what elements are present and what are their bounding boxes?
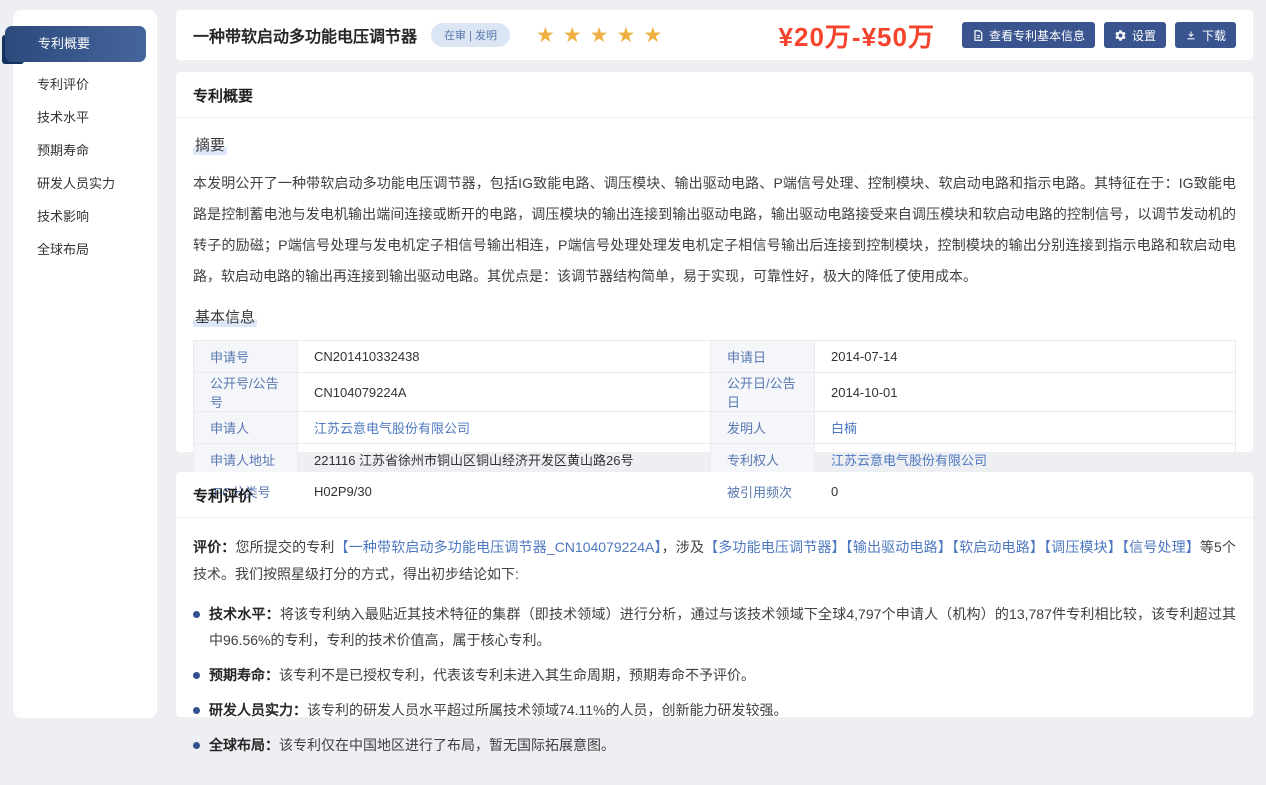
star-icon: ★: [536, 23, 555, 48]
basic-info-section-label: 基本信息: [193, 306, 257, 327]
sidebar-item-label: 技术水平: [37, 110, 89, 125]
table-row: 申请号CN201410332438申请日2014-07-14: [194, 341, 1236, 373]
bullet-label: 技术水平：: [209, 606, 280, 622]
evaluation-bullet: 全球布局：该专利仅在中国地区进行了布局，暂无国际拓展意图。: [193, 732, 1236, 758]
technology-link[interactable]: 【输出驱动电路】: [846, 539, 952, 555]
star-rating: ★ ★ ★ ★ ★: [536, 23, 670, 48]
sidebar-list: 专利概要专利评价技术水平预期寿命研发人员实力技术影响全球布局: [13, 26, 157, 266]
status-badge: 在审 | 发明: [431, 23, 510, 47]
download-button[interactable]: 下载: [1175, 22, 1236, 48]
sidebar-item-label: 专利评价: [37, 77, 89, 92]
field-label: 申请人: [194, 412, 298, 444]
star-icon: ★: [563, 23, 582, 48]
field-label: 发明人: [711, 412, 815, 444]
gear-icon: [1114, 29, 1127, 42]
sidebar-item-label: 专利概要: [5, 26, 146, 62]
evaluation-intro-text: 您所提交的专利: [235, 539, 334, 555]
sidebar-item[interactable]: 专利概要: [13, 26, 157, 62]
sidebar-item[interactable]: 预期寿命: [13, 135, 157, 167]
patent-title: 一种带软启动多功能电压调节器: [193, 23, 417, 47]
sidebar-item[interactable]: 技术影响: [13, 201, 157, 233]
sidebar-item-label: 预期寿命: [37, 143, 89, 158]
field-value-link[interactable]: 江苏云意电气股份有限公司: [831, 453, 987, 468]
bullet-text: 将该专利纳入最贴近其技术特征的集群（即技术领域）进行分析，通过与该技术领域下全球…: [209, 606, 1236, 648]
evaluation-bullet-list: 技术水平：将该专利纳入最贴近其技术特征的集群（即技术领域）进行分析，通过与该技术…: [193, 601, 1236, 758]
star-icon: ★: [643, 23, 662, 48]
evaluation-bullet: 研发人员实力：该专利的研发人员水平超过所属技术领域74.11%的人员，创新能力研…: [193, 697, 1236, 723]
evaluation-bullet: 技术水平：将该专利纳入最贴近其技术特征的集群（即技术领域）进行分析，通过与该技术…: [193, 601, 1236, 653]
field-value: CN104079224A: [298, 373, 711, 412]
bullet-text: 该专利仅在中国地区进行了布局，暂无国际拓展意图。: [279, 737, 615, 753]
bullet-dot-icon: [193, 611, 200, 618]
settings-label: 设置: [1132, 27, 1156, 44]
bullet-label: 研发人员实力：: [209, 702, 307, 718]
evaluation-bullet: 预期寿命：该专利不是已授权专利，代表该专利未进入其生命周期，预期寿命不予评价。: [193, 662, 1236, 688]
evaluation-intro-text: ，涉及: [662, 539, 704, 555]
sidebar-item[interactable]: 研发人员实力: [13, 168, 157, 200]
sidebar-item[interactable]: 全球布局: [13, 234, 157, 266]
field-label: 专利权人: [711, 444, 815, 476]
technology-link[interactable]: 【调压模块】: [1044, 539, 1122, 555]
field-label: 申请日: [711, 341, 815, 373]
field-label: 申请号: [194, 341, 298, 373]
patent-evaluation-card: 专利评价 评价：您所提交的专利【一种带软启动多功能电压调节器_CN1040792…: [176, 472, 1253, 717]
sidebar-item-label: 研发人员实力: [37, 176, 115, 191]
field-value: 2014-10-01: [815, 373, 1236, 412]
field-label: 申请人地址: [194, 444, 298, 476]
sidebar-item-label: 技术影响: [37, 209, 89, 224]
settings-button[interactable]: 设置: [1104, 22, 1166, 48]
field-value: 2014-07-14: [815, 341, 1236, 373]
sidebar: 专利概要专利评价技术水平预期寿命研发人员实力技术影响全球布局: [13, 10, 157, 718]
download-label: 下载: [1202, 27, 1226, 44]
field-label: 公开日/公告日: [711, 373, 815, 412]
evaluation-card-title: 专利评价: [193, 488, 253, 505]
bullet-label: 全球布局：: [209, 737, 279, 753]
overview-card-title: 专利概要: [193, 88, 253, 105]
patent-overview-card: 专利概要 摘要 本发明公开了一种带软启动多功能电压调节器，包括IG致能电路、调压…: [176, 72, 1253, 452]
star-icon: ★: [616, 23, 635, 48]
star-icon: ★: [590, 23, 609, 48]
field-value: 白楠: [815, 412, 1236, 444]
bullet-label: 预期寿命：: [209, 667, 279, 683]
table-row: 申请人地址221116 江苏省徐州市铜山区铜山经济开发区黄山路26号专利权人 江苏…: [194, 444, 1236, 476]
sidebar-item[interactable]: 专利评价: [13, 69, 157, 101]
download-icon: [1185, 29, 1197, 42]
field-value: 江苏云意电气股份有限公司: [298, 412, 711, 444]
overview-card-header: 专利概要: [176, 72, 1253, 118]
overview-card-body: 摘要 本发明公开了一种带软启动多功能电压调节器，包括IG致能电路、调压模块、输出…: [176, 118, 1253, 526]
main-content: 一种带软启动多功能电压调节器 在审 | 发明 ★ ★ ★ ★ ★ ¥20万-¥50万 查…: [176, 0, 1253, 717]
table-row: 申请人 江苏云意电气股份有限公司 发明人 白楠: [194, 412, 1236, 444]
view-basic-info-label: 查看专利基本信息: [989, 27, 1085, 44]
technology-link[interactable]: 【软启动电路】: [952, 539, 1044, 555]
abstract-text: 本发明公开了一种带软启动多功能电压调节器，包括IG致能电路、调压模块、输出驱动电…: [193, 168, 1236, 292]
evaluation-intro-text: 评价：: [193, 539, 235, 555]
bullet-dot-icon: [193, 742, 200, 749]
field-value-link[interactable]: 江苏云意电气股份有限公司: [314, 421, 470, 436]
bullet-dot-icon: [193, 672, 200, 679]
technology-link[interactable]: 【信号处理】: [1122, 539, 1200, 555]
field-label: 公开号/公告号: [194, 373, 298, 412]
table-row: 公开号/公告号CN104079224A公开日/公告日2014-10-01: [194, 373, 1236, 412]
field-value-link[interactable]: 白楠: [831, 421, 857, 436]
technology-link[interactable]: 【一种带软启动多功能电压调节器_CN104079224A】: [335, 539, 662, 555]
sidebar-item[interactable]: 技术水平: [13, 102, 157, 134]
patent-detail-page: { "colors": { "page_bg": "#edeff3", "acc…: [0, 0, 1266, 730]
field-value: 221116 江苏省徐州市铜山区铜山经济开发区黄山路26号: [298, 444, 711, 476]
document-icon: [972, 29, 984, 42]
bullet-text: 该专利不是已授权专利，代表该专利未进入其生命周期，预期寿命不予评价。: [279, 667, 755, 683]
patent-price: ¥20万-¥50万: [779, 17, 935, 54]
bullet-text: 该专利的研发人员水平超过所属技术领域74.11%的人员，创新能力研发较强。: [307, 702, 787, 718]
sidebar-item-label: 全球布局: [37, 242, 89, 257]
field-value: 江苏云意电气股份有限公司: [815, 444, 1236, 476]
evaluation-intro: 评价：您所提交的专利【一种带软启动多功能电压调节器_CN104079224A】，…: [193, 534, 1236, 588]
field-value: CN201410332438: [298, 341, 711, 373]
bullet-dot-icon: [193, 707, 200, 714]
technology-link[interactable]: 【多功能电压调节器】: [704, 539, 846, 555]
patent-header-card: 一种带软启动多功能电压调节器 在审 | 发明 ★ ★ ★ ★ ★ ¥20万-¥50万 查…: [176, 10, 1253, 60]
evaluation-card-body: 评价：您所提交的专利【一种带软启动多功能电压调节器_CN104079224A】，…: [176, 518, 1253, 785]
abstract-section-label: 摘要: [193, 134, 227, 155]
view-basic-info-button[interactable]: 查看专利基本信息: [962, 22, 1095, 48]
